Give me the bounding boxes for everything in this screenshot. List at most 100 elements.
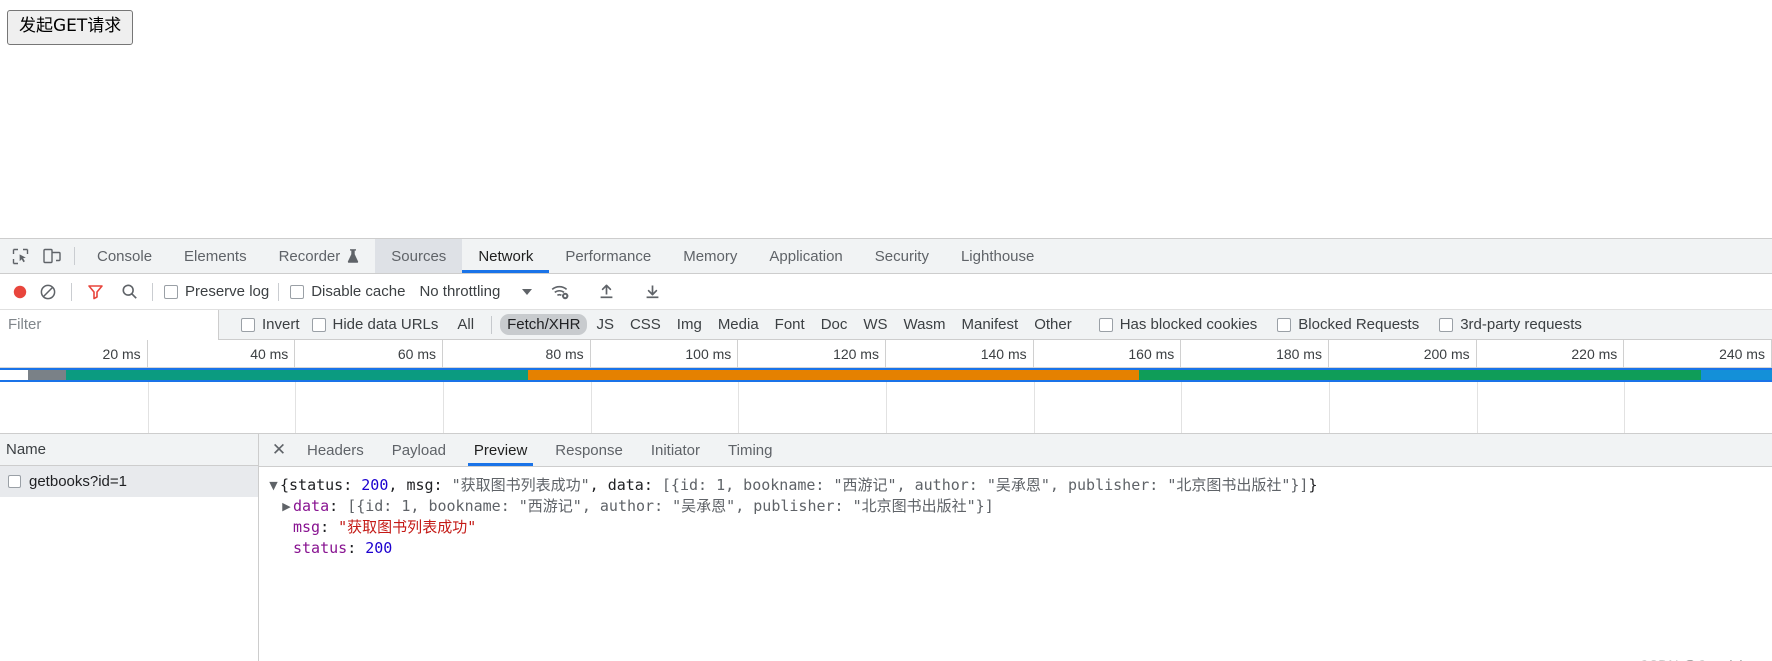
inspect-element-icon[interactable] — [4, 239, 36, 273]
device-toolbar-icon[interactable] — [36, 239, 68, 273]
detail-tab-initiator[interactable]: Initiator — [637, 434, 714, 466]
filter-type-fetch-xhr[interactable]: Fetch/XHR — [500, 314, 588, 335]
tab-security[interactable]: Security — [859, 239, 945, 273]
ruler-tick: 120 ms — [738, 340, 886, 368]
filter-type-ws[interactable]: WS — [856, 314, 894, 335]
request-list-header: Name — [0, 434, 258, 466]
grid-line — [886, 382, 887, 433]
json-root-msg-key: msg — [406, 476, 434, 494]
tab-label: Security — [874, 247, 929, 265]
checkbox-box — [1439, 317, 1454, 332]
send-get-request-button[interactable]: 发起GET请求 — [7, 10, 134, 45]
json-preview: ▼ {status: 200, msg: "获取图书列表成功", data: [… — [259, 467, 1772, 559]
grid-line — [590, 382, 592, 433]
tab-console[interactable]: Console — [81, 239, 168, 273]
json-key-data: data — [293, 497, 330, 515]
screenshot-root: 发起GET请求 Console Elements Recorder Source… — [0, 0, 1772, 661]
ruler-tick: 160 ms — [1034, 340, 1182, 368]
export-har-icon[interactable] — [638, 278, 666, 306]
tab-recorder[interactable]: Recorder — [263, 239, 376, 273]
filter-type-img[interactable]: Img — [670, 314, 709, 335]
tab-sources[interactable]: Sources — [375, 239, 463, 273]
throttling-select[interactable]: No throttling — [419, 283, 533, 300]
json-root-status-key: status — [289, 476, 344, 494]
tab-elements[interactable]: Elements — [168, 239, 263, 273]
tabbar-divider — [74, 247, 75, 265]
tab-memory[interactable]: Memory — [667, 239, 753, 273]
network-filter-bar: Invert Hide data URLs All Fetch/XHR JS C… — [0, 309, 1772, 340]
network-overview-grid — [0, 382, 1772, 434]
close-icon[interactable]: ✕ — [265, 434, 293, 466]
tab-lighthouse[interactable]: Lighthouse — [945, 239, 1050, 273]
json-key-msg: msg — [293, 518, 321, 536]
tab-label: Performance — [565, 247, 652, 265]
tab-label: Recorder — [278, 247, 341, 265]
throttling-value: No throttling — [419, 283, 501, 300]
expand-triangle-icon[interactable]: ▶ — [280, 496, 293, 517]
grid-line — [738, 382, 740, 433]
overview-segment — [0, 370, 29, 380]
invert-checkbox[interactable]: Invert — [241, 316, 300, 333]
filter-type-doc[interactable]: Doc — [814, 314, 855, 335]
tab-performance[interactable]: Performance — [549, 239, 667, 273]
hide-data-urls-label: Hide data URLs — [332, 316, 439, 333]
json-key-status: status — [293, 539, 348, 557]
filter-type-other[interactable]: Other — [1027, 314, 1079, 335]
grid-line — [147, 382, 149, 433]
record-stop-icon[interactable] — [6, 278, 34, 306]
detail-tabbar: ✕ Headers Payload Preview Response Initi… — [259, 434, 1772, 467]
grid-line — [295, 382, 297, 433]
tab-label: Application — [769, 247, 843, 265]
collapse-triangle-icon[interactable]: ▼ — [267, 475, 280, 496]
table-row[interactable]: getbooks?id=1 — [0, 466, 258, 497]
timeline-ruler: 20 ms 40 ms 60 ms 80 ms 100 ms 120 ms 140 ms 16… — [0, 340, 1772, 368]
grid-line — [1033, 382, 1035, 433]
has-blocked-cookies-checkbox[interactable]: Has blocked cookies — [1098, 316, 1258, 333]
has-blocked-cookies-label: Has blocked cookies — [1119, 316, 1258, 333]
json-root-text: {status: 200, msg: "获取图书列表成功", data: [{i… — [280, 476, 1318, 494]
detail-tab-headers[interactable]: Headers — [293, 434, 378, 466]
filter-type-js[interactable]: JS — [589, 314, 621, 335]
network-overview-band[interactable] — [0, 368, 1772, 382]
detail-tab-timing[interactable]: Timing — [714, 434, 786, 466]
search-icon[interactable] — [115, 278, 143, 306]
third-party-requests-checkbox[interactable]: 3rd-party requests — [1439, 316, 1582, 333]
overview-segment — [1139, 370, 1702, 380]
filter-funnel-icon[interactable] — [81, 278, 109, 306]
third-party-requests-label: 3rd-party requests — [1460, 316, 1582, 333]
tab-application[interactable]: Application — [753, 239, 858, 273]
tab-network[interactable]: Network — [462, 239, 550, 273]
detail-tab-payload[interactable]: Payload — [378, 434, 460, 466]
overview-segment — [528, 370, 1140, 380]
filter-type-wasm[interactable]: Wasm — [897, 314, 953, 335]
flask-icon — [347, 248, 359, 264]
wifi-settings-icon[interactable] — [546, 278, 574, 306]
invert-label: Invert — [262, 316, 300, 333]
json-row-text: status: 200 — [293, 539, 393, 557]
clear-network-log-icon[interactable] — [34, 278, 62, 306]
filter-type-all[interactable]: All — [450, 314, 481, 335]
detail-tab-preview[interactable]: Preview — [460, 434, 541, 466]
filter-type-css[interactable]: CSS — [623, 314, 668, 335]
detail-tab-response[interactable]: Response — [541, 434, 637, 466]
filter-input[interactable] — [0, 309, 219, 340]
filter-type-manifest[interactable]: Manifest — [955, 314, 1026, 335]
filter-type-font[interactable]: Font — [768, 314, 812, 335]
tab-label: Console — [97, 247, 153, 265]
json-value-data: [{id: 1, bookname: "西游记", author: "吴承恩",… — [347, 497, 994, 515]
ruler-tick: 100 ms — [591, 340, 739, 368]
filter-type-media[interactable]: Media — [711, 314, 766, 335]
request-name: getbooks?id=1 — [29, 473, 127, 490]
preserve-log-checkbox[interactable]: Preserve log — [164, 283, 269, 300]
json-root-data-key: data — [607, 476, 644, 494]
json-row-msg: msg: "获取图书列表成功" — [267, 517, 1772, 538]
hide-data-urls-checkbox[interactable]: Hide data URLs — [311, 316, 439, 333]
grid-line — [1181, 382, 1183, 433]
disable-cache-checkbox[interactable]: Disable cache — [290, 283, 405, 300]
ruler-tick: 140 ms — [886, 340, 1034, 368]
checkbox-box — [1098, 317, 1113, 332]
blocked-requests-checkbox[interactable]: Blocked Requests — [1277, 316, 1419, 333]
ruler-tick: 180 ms — [1181, 340, 1329, 368]
json-row-data: ▶ data: [{id: 1, bookname: "西游记", author… — [267, 496, 1772, 517]
import-har-icon[interactable] — [592, 278, 620, 306]
